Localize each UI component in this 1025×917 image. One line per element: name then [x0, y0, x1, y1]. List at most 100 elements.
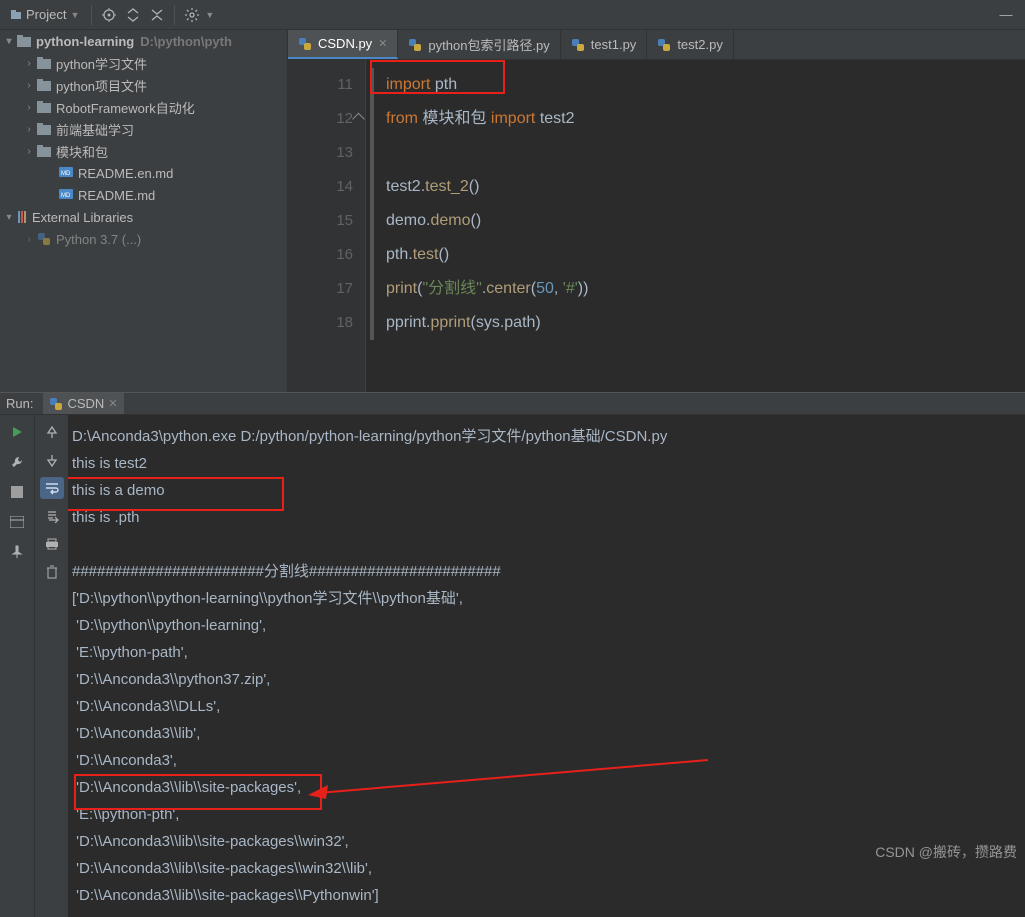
run-header: Run: CSDN ✕	[0, 393, 1025, 415]
libraries-icon	[18, 211, 26, 223]
console-line: 'E:\\python-path',	[72, 639, 1021, 666]
run-tab[interactable]: CSDN ✕	[43, 393, 123, 414]
editor-tab[interactable]: test2.py	[647, 30, 734, 59]
code-line[interactable]: pprint.pprint(sys.path)	[370, 306, 1025, 340]
close-icon[interactable]: ✕	[378, 37, 387, 50]
up-button[interactable]	[40, 421, 64, 443]
project-label: Project	[26, 7, 66, 22]
close-icon[interactable]: ✕	[108, 397, 117, 410]
chevron-right-icon: ›	[22, 146, 36, 157]
layout-button[interactable]	[5, 511, 29, 533]
select-opened-file-button[interactable]	[98, 4, 120, 26]
down-button[interactable]	[40, 449, 64, 471]
sidebar-file[interactable]: MD README.en.md	[0, 162, 287, 184]
chevron-down-icon: ▾	[2, 36, 16, 47]
code-content[interactable]: import pthfrom 模块和包 import test2 test2.t…	[366, 60, 1025, 392]
console-line: this is .pth	[72, 504, 1021, 531]
md-icon: MD	[58, 165, 74, 181]
run-label: Run:	[6, 396, 33, 411]
tab-label: test1.py	[591, 37, 637, 52]
folder-label: RobotFramework自动化	[56, 98, 195, 117]
code-line[interactable]: print("分割线".center(50, '#'))	[370, 272, 1025, 306]
code-line[interactable]: from 模块和包 import test2	[370, 102, 1025, 136]
console-line: ['D:\\python\\python-learning\\python学习文…	[72, 585, 1021, 612]
console-line: 'D:\\Anconda3\\DLLs',	[72, 693, 1021, 720]
editor-area: CSDN.py ✕ python包索引路径.py test1.py test2.py 1…	[288, 30, 1025, 392]
console-line: 'D:\\Anconda3\\lib\\site-packages\\Pytho…	[72, 882, 1021, 909]
hide-button[interactable]: —	[995, 4, 1017, 26]
folder-icon	[36, 55, 52, 71]
console-line	[72, 531, 1021, 558]
tab-label: python包索引路径.py	[428, 35, 549, 54]
project-icon	[10, 9, 22, 21]
folder-label: python项目文件	[56, 76, 147, 95]
collapse-all-button[interactable]	[146, 4, 168, 26]
chevron-down-icon: ▼	[70, 10, 79, 20]
console-line: 'E:\\python-pth',	[72, 801, 1021, 828]
code-line[interactable]: test2.test_2()	[370, 170, 1025, 204]
chevron-down-icon: ▾	[2, 212, 16, 223]
editor-tabs: CSDN.py ✕ python包索引路径.py test1.py test2.py	[288, 30, 1025, 60]
console-line: 'D:\\python\\python-learning',	[72, 612, 1021, 639]
rerun-button[interactable]	[5, 421, 29, 443]
project-sidebar: ▾ python-learning D:\python\pyth ›python…	[0, 30, 288, 392]
project-root-path: D:\python\pyth	[140, 34, 232, 49]
gutter: 1112131415161718	[288, 60, 366, 392]
sidebar-folder[interactable]: › python学习文件	[0, 52, 287, 74]
pin-button[interactable]	[5, 541, 29, 563]
expand-all-button[interactable]	[122, 4, 144, 26]
python-icon	[657, 38, 671, 52]
sidebar-folder[interactable]: › 前端基础学习	[0, 118, 287, 140]
wrench-button[interactable]	[5, 451, 29, 473]
editor-tab[interactable]: CSDN.py ✕	[288, 30, 398, 59]
md-icon: MD	[58, 187, 74, 203]
file-label: README.md	[78, 188, 155, 203]
code-line[interactable]: demo.demo()	[370, 204, 1025, 238]
console-line: 'D:\\Anconda3\\lib\\site-packages',	[72, 774, 1021, 801]
folder-icon	[36, 121, 52, 137]
python-icon	[49, 397, 63, 411]
stop-button[interactable]	[5, 481, 29, 503]
trash-button[interactable]	[40, 561, 64, 583]
folder-icon	[36, 99, 52, 115]
main-toolbar: Project ▼ ▼ —	[0, 0, 1025, 30]
soft-wrap-button[interactable]	[40, 477, 64, 499]
project-dropdown[interactable]: Project ▼	[4, 5, 85, 24]
console-line: 'D:\\Anconda3\\python37.zip',	[72, 666, 1021, 693]
print-button[interactable]	[40, 533, 64, 555]
library-row[interactable]: › Python 3.7 (...)	[0, 228, 287, 250]
code-line[interactable]: pth.test()	[370, 238, 1025, 272]
scroll-to-end-button[interactable]	[40, 505, 64, 527]
chevron-right-icon: ›	[22, 58, 36, 69]
sidebar-file[interactable]: MD README.md	[0, 184, 287, 206]
external-libraries-label: External Libraries	[32, 210, 133, 225]
folder-label: python学习文件	[56, 54, 147, 73]
watermark: CSDN @搬砖，攒路费	[875, 842, 1017, 862]
run-panel: Run: CSDN ✕ D	[0, 392, 1025, 866]
chevron-right-icon: ›	[22, 124, 36, 135]
python-icon	[408, 38, 422, 52]
code-line[interactable]	[370, 136, 1025, 170]
external-libraries[interactable]: ▾ External Libraries	[0, 206, 287, 228]
folder-icon	[36, 143, 52, 159]
project-root-name: python-learning	[36, 34, 134, 49]
editor-tab[interactable]: test1.py	[561, 30, 648, 59]
console-line: #######################分割线##############…	[72, 558, 1021, 585]
code-line[interactable]: import pth	[370, 68, 1025, 102]
folder-label: 前端基础学习	[56, 120, 134, 139]
folder-label: 模块和包	[56, 142, 108, 161]
python-icon	[571, 38, 585, 52]
console-line: this is a demo	[72, 477, 1021, 504]
sidebar-folder[interactable]: › 模块和包	[0, 140, 287, 162]
editor-tab[interactable]: python包索引路径.py	[398, 30, 560, 59]
sidebar-folder[interactable]: ›python项目文件	[0, 74, 287, 96]
chevron-right-icon: ›	[22, 102, 36, 113]
tab-label: CSDN.py	[318, 36, 372, 51]
run-tab-label: CSDN	[67, 396, 104, 411]
file-label: README.en.md	[78, 166, 173, 181]
settings-button[interactable]	[181, 4, 203, 26]
console-line: 'D:\\Anconda3',	[72, 747, 1021, 774]
folder-icon	[36, 77, 52, 93]
sidebar-folder[interactable]: › RobotFramework自动化	[0, 96, 287, 118]
project-root[interactable]: ▾ python-learning D:\python\pyth	[0, 30, 287, 52]
